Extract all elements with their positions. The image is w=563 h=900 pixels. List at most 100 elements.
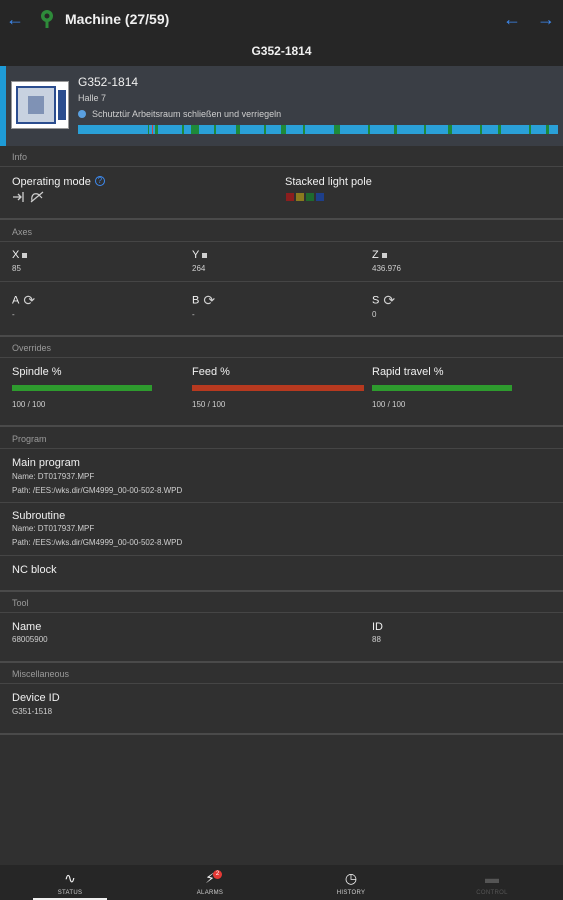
pulse-icon: ∿ (64, 870, 76, 886)
machine-hall: Halle 7 (78, 93, 107, 103)
axis-s-label: S ⟳ (372, 292, 396, 308)
axis-y-label: Y (192, 249, 208, 261)
nav-alarms[interactable]: ⚡ 2 ALARMS (140, 865, 280, 900)
timeline-segment (152, 125, 153, 134)
axis-b-label: B ⟳ (192, 292, 216, 308)
timeline-segment (182, 125, 184, 134)
timeline-segment (303, 125, 305, 134)
timeline-segment (148, 125, 149, 134)
stacked-light-2 (296, 193, 304, 201)
feed-override-label: Feed % (192, 366, 230, 378)
tool-id-label: ID (372, 621, 383, 633)
main-program-name: Name: DT017937.MPF (12, 472, 95, 481)
timeline-segment (281, 125, 286, 134)
linear-axis-icon (202, 252, 208, 258)
linear-axis-icon (22, 252, 28, 258)
rotary-axis-icon: ⟳ (203, 292, 216, 308)
section-info-label: Info (12, 152, 28, 162)
rapid-override-label: Rapid travel % (372, 366, 444, 378)
card-accent (0, 66, 6, 146)
tool-name-label: Name (12, 621, 42, 633)
nav-control-label: CONTROL (476, 890, 508, 896)
machine-card[interactable]: G352-1814 Halle 7 Schutztür Arbeitsraum … (0, 66, 563, 146)
spindle-override-label: Spindle % (12, 366, 62, 378)
axis-b-value: - (192, 310, 195, 319)
subroutine-name: Name: DT017937.MPF (12, 524, 95, 533)
enter-icon (13, 192, 24, 202)
back-arrow-icon[interactable]: ← (6, 10, 24, 28)
machine-thumbnail (11, 81, 69, 129)
timeline-segment (546, 125, 549, 134)
timeline-segment (236, 125, 240, 134)
stacked-light-4 (316, 193, 324, 201)
nav-history[interactable]: ◷ HISTORY (281, 865, 421, 900)
timeline-segment (424, 125, 426, 134)
info-dot-icon (78, 110, 86, 118)
axis-x-value: 85 (12, 264, 21, 273)
bottom-navigation: ∿ STATUS ⚡ 2 ALARMS ◷ HISTORY ▬ CONTROL (0, 865, 563, 900)
section-tool-label: Tool (12, 598, 29, 608)
axis-s-value: 0 (372, 310, 377, 319)
tool-name-value: 68005900 (12, 635, 48, 644)
stacked-light-3 (306, 193, 314, 201)
axis-z-label: Z (372, 249, 387, 261)
previous-machine-icon[interactable]: ← (503, 10, 521, 28)
timeline-segment (480, 125, 482, 134)
alarms-count-badge: 2 (213, 870, 222, 879)
spindle-override-bar (12, 385, 152, 391)
stacked-light-label: Stacked light pole (285, 176, 372, 188)
nav-history-label: HISTORY (336, 890, 366, 896)
axis-a-value: - (12, 310, 15, 319)
toggle-icon: ▬ (485, 870, 499, 886)
alarm-icon: ⚡ (205, 870, 215, 886)
timeline-segment (498, 125, 501, 134)
rotary-axis-icon: ⟳ (383, 292, 396, 308)
history-clock-icon: ◷ (344, 870, 358, 886)
device-id-label: Device ID (12, 692, 60, 704)
stacked-light-1 (286, 193, 294, 201)
rapid-override-bar (372, 385, 512, 391)
status-timeline (78, 125, 558, 134)
nav-status-label: STATUS (57, 890, 83, 896)
machine-app-icon (41, 10, 53, 28)
timeline-segment (448, 125, 452, 134)
nav-status[interactable]: ∿ STATUS (0, 865, 140, 900)
linear-axis-icon (381, 252, 387, 258)
main-program-label: Main program (12, 457, 80, 469)
timeline-segment (191, 125, 199, 134)
axis-y-value: 264 (192, 264, 206, 273)
operating-mode-label: Operating mode? (12, 176, 105, 188)
timeline-segment (334, 125, 340, 134)
rotary-axis-icon: ⟳ (23, 292, 36, 308)
timeline-segment (155, 125, 158, 134)
timeline-segment (394, 125, 397, 134)
axis-x-label: X (12, 249, 28, 261)
nc-block-label: NC block (12, 564, 57, 576)
nav-alarms-label: ALARMS (196, 890, 224, 896)
section-program-label: Program (12, 434, 47, 444)
axis-a-label: A ⟳ (12, 292, 36, 308)
next-machine-icon[interactable]: → (537, 10, 555, 28)
page-title: Machine (27/59) (65, 11, 170, 27)
timeline-segment (264, 125, 266, 134)
help-icon[interactable]: ? (94, 176, 105, 186)
machine-name: G352-1814 (78, 75, 139, 89)
subroutine-path: Path: /EES:/wks.dir/GM4999_00-00-502-8.W… (12, 538, 183, 547)
status-message-text: Schutztür Arbeitsraum schließen und verr… (92, 109, 282, 119)
machine-status-message: Schutztür Arbeitsraum schließen und verr… (78, 109, 281, 119)
nav-control[interactable]: ▬ CONTROL (422, 865, 562, 900)
operating-mode-icons (13, 191, 44, 203)
hand-off-icon (30, 191, 44, 203)
feed-override-value: 150 / 100 (192, 400, 226, 409)
section-misc-label: Miscellaneous (12, 669, 70, 679)
section-axes-label: Axes (12, 227, 33, 237)
section-overrides-label: Overrides (12, 343, 52, 353)
top-app-bar: ← Machine (27/59) ← → (0, 0, 563, 40)
feed-override-bar (192, 385, 364, 391)
spindle-override-value: 100 / 100 (12, 400, 46, 409)
timeline-segment (529, 125, 531, 134)
machine-id-subtitle: G352-1814 (0, 40, 563, 66)
main-program-path: Path: /EES:/wks.dir/GM4999_00-00-502-8.W… (12, 486, 183, 495)
tool-id-value: 88 (372, 635, 381, 644)
timeline-segment (368, 125, 370, 134)
